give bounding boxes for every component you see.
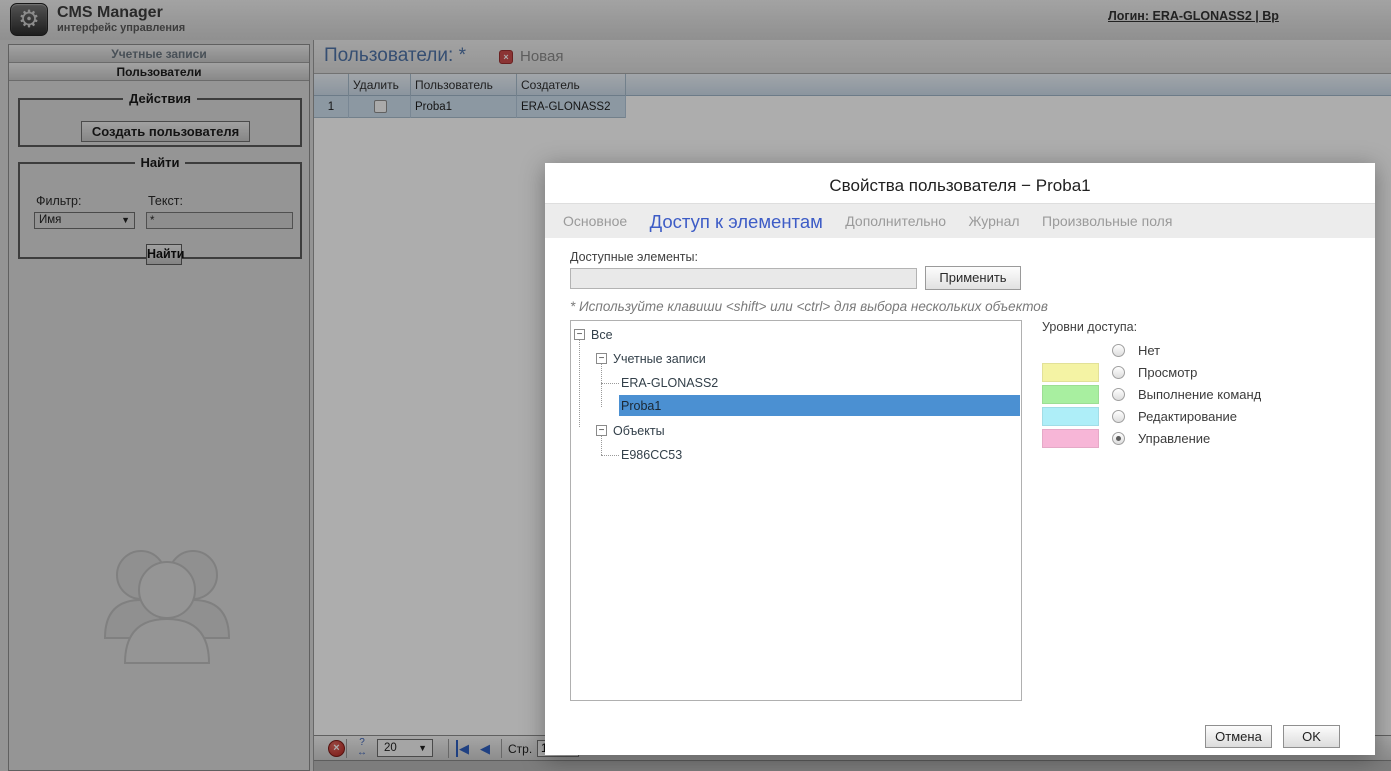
dialog-tab-bar: Основное Доступ к элементам Дополнительн… xyxy=(545,203,1375,238)
tree-connector xyxy=(601,433,602,455)
tab-element-access[interactable]: Доступ к элементам xyxy=(650,204,823,239)
tree-node-label: E986CC53 xyxy=(621,448,682,462)
tree-node-label: Proba1 xyxy=(621,399,661,413)
radio-view[interactable] xyxy=(1112,366,1125,379)
tree-node-label: Все xyxy=(591,328,613,342)
access-option-view: Просмотр xyxy=(1042,362,1372,384)
tree-node-era-glonass2[interactable]: ERA-GLONASS2 xyxy=(621,373,718,393)
tab-journal[interactable]: Журнал xyxy=(969,204,1020,239)
tree-node-all[interactable]: − Все xyxy=(591,325,613,345)
access-option-manage: Управление xyxy=(1042,428,1372,450)
user-properties-dialog: Свойства пользователя − Proba1 Основное … xyxy=(545,163,1375,755)
radio-manage[interactable] xyxy=(1112,432,1125,445)
available-elements-label: Доступные элементы: xyxy=(570,250,698,264)
tree-node-accounts[interactable]: − Учетные записи xyxy=(613,349,706,369)
tab-custom-fields[interactable]: Произвольные поля xyxy=(1042,204,1172,239)
tree-connector xyxy=(601,455,619,456)
tree-node-label: ERA-GLONASS2 xyxy=(621,376,718,390)
tree-node-e986cc53[interactable]: E986CC53 xyxy=(621,445,682,465)
tree-node-objects[interactable]: − Объекты xyxy=(613,421,665,441)
tree-node-proba1[interactable]: Proba1 xyxy=(621,396,661,416)
cancel-button[interactable]: Отмена xyxy=(1205,725,1272,748)
multiselect-hint: * Используйте клавиши <shift> или <ctrl>… xyxy=(570,299,1048,314)
tree-connector xyxy=(579,337,580,427)
access-option-label: Редактирование xyxy=(1138,409,1237,424)
access-option-none: Нет xyxy=(1042,340,1372,362)
tab-general[interactable]: Основное xyxy=(563,204,627,239)
collapse-icon[interactable]: − xyxy=(596,353,607,364)
radio-edit[interactable] xyxy=(1112,410,1125,423)
apply-button[interactable]: Применить xyxy=(925,266,1021,290)
view-color-swatch xyxy=(1042,363,1099,382)
access-option-label: Просмотр xyxy=(1138,365,1197,380)
collapse-icon[interactable]: − xyxy=(596,425,607,436)
manage-color-swatch xyxy=(1042,429,1099,448)
collapse-icon[interactable]: − xyxy=(574,329,585,340)
available-elements-input[interactable] xyxy=(570,268,917,289)
tree-connector xyxy=(601,361,602,407)
radio-none[interactable] xyxy=(1112,344,1125,357)
access-option-label: Нет xyxy=(1138,343,1160,358)
edit-color-swatch xyxy=(1042,407,1099,426)
access-option-label: Управление xyxy=(1138,431,1210,446)
tree-connector xyxy=(601,383,619,384)
dialog-title: Свойства пользователя − Proba1 xyxy=(545,176,1375,196)
commands-color-swatch xyxy=(1042,385,1099,404)
tab-additional[interactable]: Дополнительно xyxy=(845,204,946,239)
access-option-commands: Выполнение команд xyxy=(1042,384,1372,406)
radio-commands[interactable] xyxy=(1112,388,1125,401)
ok-button[interactable]: OK xyxy=(1283,725,1340,748)
access-option-edit: Редактирование xyxy=(1042,406,1372,428)
tree-selection-highlight xyxy=(619,395,1020,416)
tree-node-label: Учетные записи xyxy=(613,352,706,366)
tree-node-label: Объекты xyxy=(613,424,665,438)
access-levels-label: Уровни доступа: xyxy=(1042,320,1137,334)
access-option-label: Выполнение команд xyxy=(1138,387,1261,402)
elements-tree: − Все − Учетные записи ERA-GLONASS2 Prob… xyxy=(570,320,1022,701)
